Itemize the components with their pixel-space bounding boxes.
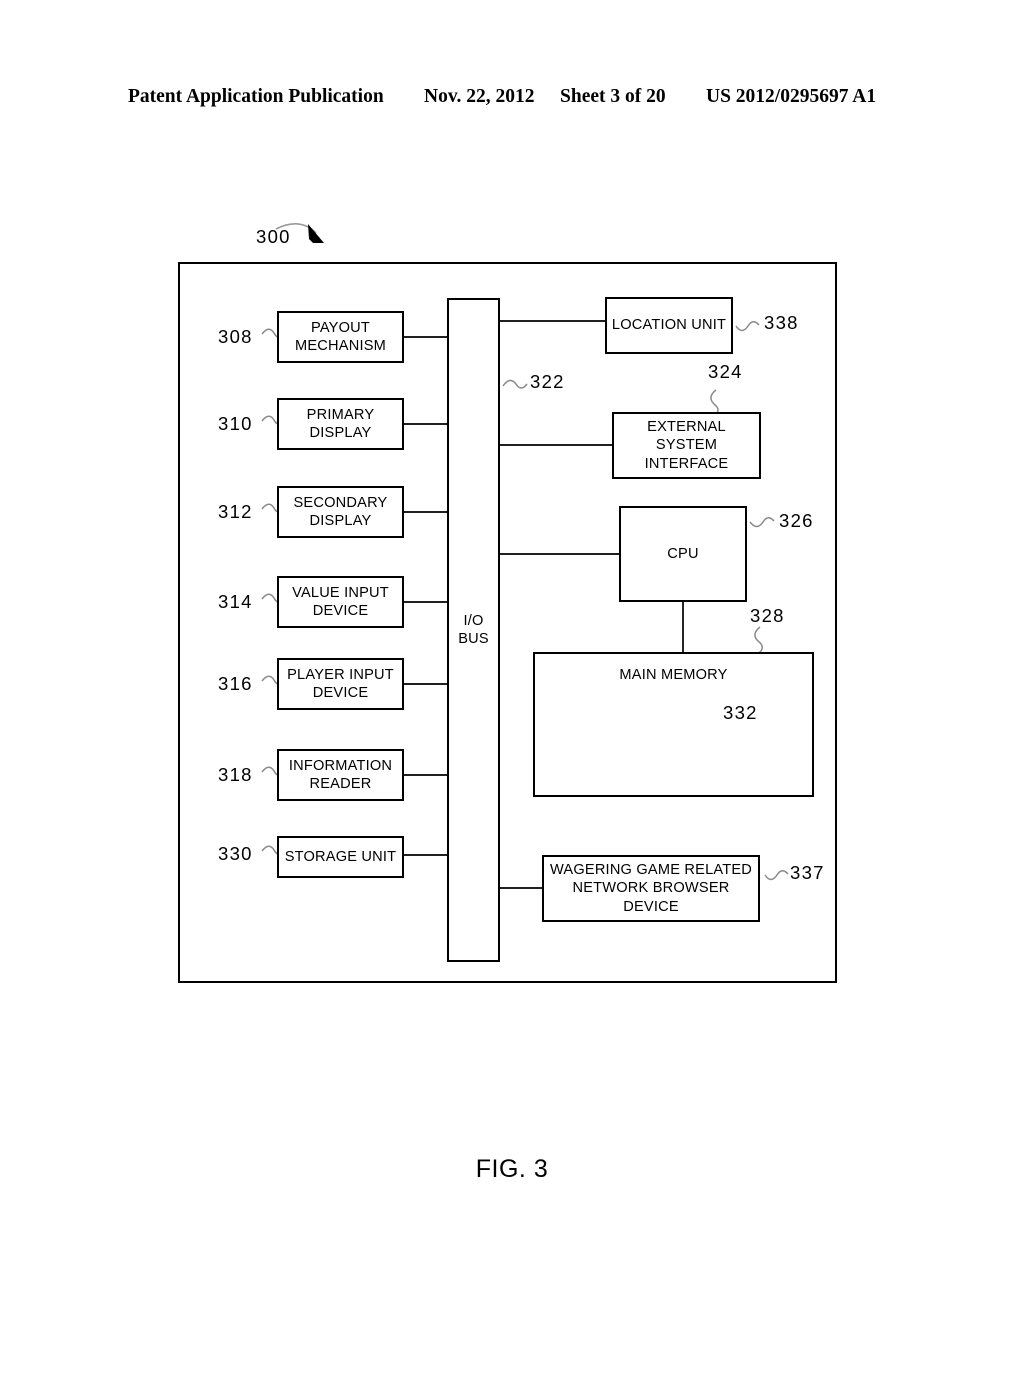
ref-312: 312 (218, 501, 253, 522)
cpu-box[interactable]: CPU (619, 506, 747, 602)
main-memory-label: MAIN MEMORY (619, 667, 728, 683)
payout-mechanism-box[interactable]: PAYOUT MECHANISM (277, 311, 404, 363)
ref-337: 337 (790, 862, 825, 883)
ref-330: 330 (218, 843, 253, 864)
network-browser-device-box[interactable]: WAGERING GAME RELATED NETWORK BROWSER DE… (542, 855, 760, 922)
storage-unit-label: STORAGE UNIT (284, 848, 397, 865)
ref-318: 318 (218, 764, 253, 785)
main-memory-box[interactable]: MAIN MEMORY WAGERING GAME UNIT (533, 652, 814, 797)
header-patent-number: US 2012/0295697 A1 (706, 86, 877, 107)
location-unit-box[interactable]: LOCATION UNIT (605, 297, 733, 354)
header-publication: Patent Application Publication (128, 86, 384, 107)
location-unit-label: LOCATION UNIT (611, 317, 727, 334)
ref-308: 308 (218, 326, 253, 347)
ref-316: 316 (218, 673, 253, 694)
figure-caption: FIG. 3 (475, 1155, 549, 1183)
io-bus-label: I/O BUS (458, 612, 489, 647)
external-system-interface-box[interactable]: EXTERNAL SYSTEM INTERFACE (612, 412, 761, 479)
ref-310: 310 (218, 413, 253, 434)
ref-324: 324 (708, 361, 743, 382)
information-reader-box[interactable]: INFORMATION READER (277, 749, 404, 801)
external-system-interface-label: EXTERNAL SYSTEM INTERFACE (644, 419, 729, 472)
primary-display-box[interactable]: PRIMARY DISPLAY (277, 398, 404, 450)
cpu-label: CPU (667, 545, 699, 562)
secondary-display-label: SECONDARY DISPLAY (293, 494, 388, 529)
io-bus-box[interactable]: I/O BUS (447, 298, 500, 962)
storage-unit-box[interactable]: STORAGE UNIT (277, 836, 404, 878)
value-input-device-box[interactable]: VALUE INPUT DEVICE (277, 576, 404, 628)
header-sheet: Sheet 3 of 20 (560, 86, 666, 107)
primary-display-label: PRIMARY DISPLAY (306, 406, 375, 441)
ref-338: 338 (764, 312, 799, 333)
ref-300: 300 (256, 226, 291, 247)
header-date: Nov. 22, 2012 (424, 86, 535, 107)
page-header: Patent Application Publication Nov. 22, … (0, 86, 1024, 116)
ref-314: 314 (218, 591, 253, 612)
network-browser-device-label: WAGERING GAME RELATED NETWORK BROWSER DE… (549, 862, 753, 915)
patent-figure-page: Patent Application Publication Nov. 22, … (0, 0, 1024, 1320)
ref-332: 332 (723, 702, 758, 723)
ref-328: 328 (750, 605, 785, 626)
player-input-device-box[interactable]: PLAYER INPUT DEVICE (277, 658, 404, 710)
information-reader-label: INFORMATION READER (288, 757, 393, 792)
player-input-device-label: PLAYER INPUT DEVICE (287, 666, 394, 701)
ref-326: 326 (779, 510, 814, 531)
ref-322: 322 (530, 371, 565, 392)
payout-mechanism-label: PAYOUT MECHANISM (295, 319, 386, 354)
secondary-display-box[interactable]: SECONDARY DISPLAY (277, 486, 404, 538)
value-input-device-label: VALUE INPUT DEVICE (292, 584, 389, 619)
